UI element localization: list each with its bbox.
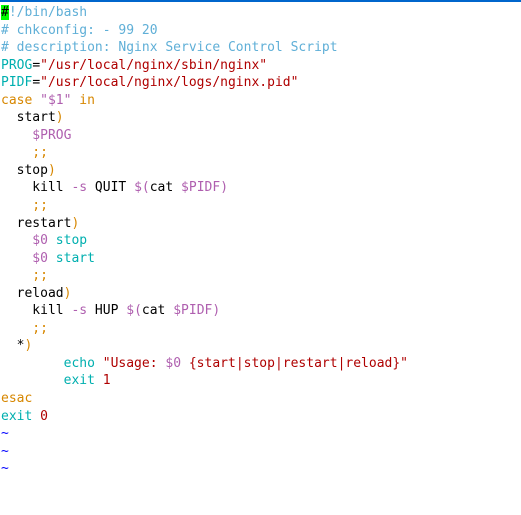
flag-s: -s: [71, 303, 87, 318]
line-restart-start: $0 start: [1, 251, 95, 266]
kw-case: case: [1, 93, 32, 108]
arg-stop: stop: [48, 233, 87, 248]
line-exit1: exit 1: [1, 373, 111, 388]
paren: ): [48, 163, 56, 178]
line-usage: echo "Usage: $0 {start|stop|restart|relo…: [1, 356, 408, 371]
line-case: case "$1" in: [1, 93, 95, 108]
line-reload: reload): [1, 286, 71, 301]
prog-call: $PROG: [1, 128, 71, 143]
cat: cat: [150, 180, 181, 195]
subst-close: ): [220, 180, 228, 195]
case-reload: reload: [1, 286, 64, 301]
kw-in: in: [79, 93, 95, 108]
code-view: #!/bin/bash # chkconfig: - 99 20 # descr…: [0, 2, 521, 478]
sig-quit: QUIT: [87, 180, 134, 195]
esac: esac: [1, 391, 32, 406]
line-kill-quit: kill -s QUIT $(cat $PIDF): [1, 180, 228, 195]
flag-s: -s: [71, 180, 87, 195]
line-restart: restart): [1, 216, 79, 231]
dollar0: $0: [1, 251, 48, 266]
case-restart: restart: [1, 216, 71, 231]
tilde-line: ~: [1, 461, 9, 476]
dsemi: ;;: [1, 268, 48, 283]
line-restart-stop: $0 stop: [1, 233, 87, 248]
line-default: *): [1, 338, 32, 353]
paren: ): [56, 110, 64, 125]
tilde-line: ~: [1, 426, 9, 441]
cursor: #: [1, 5, 9, 20]
usage-str-b: {start|stop|restart|reload}": [181, 356, 408, 371]
case-star: *: [1, 338, 24, 353]
shebang-rest: !/bin/bash: [9, 5, 87, 20]
var-pidf-ref: $PIDF: [173, 303, 212, 318]
comment-description: # description: Nginx Service Control Scr…: [1, 40, 338, 55]
line-pidf: PIDF="/usr/local/nginx/logs/nginx.pid": [1, 75, 298, 90]
dollar0-in-str: $0: [165, 356, 181, 371]
subst-open: $(: [134, 180, 150, 195]
val-pidf: "/usr/local/nginx/logs/nginx.pid": [40, 75, 298, 90]
val-prog: "/usr/local/nginx/sbin/nginx": [40, 58, 267, 73]
dsemi: ;;: [1, 145, 48, 160]
comment-chkconfig: # chkconfig: - 99 20: [1, 23, 158, 38]
var-pidf: PIDF: [1, 75, 32, 90]
cat: cat: [142, 303, 173, 318]
line-start: start): [1, 110, 64, 125]
line-exit0: exit 0: [1, 409, 48, 424]
sig-hup: HUP: [87, 303, 126, 318]
tilde-line: ~: [1, 444, 9, 459]
paren: ): [64, 286, 72, 301]
var-prog: PROG: [1, 58, 32, 73]
paren: ): [24, 338, 32, 353]
case-start: start: [1, 110, 56, 125]
exit-kw: exit: [1, 409, 40, 424]
echo: echo: [1, 356, 103, 371]
case-arg: "$1": [32, 93, 79, 108]
eq: =: [32, 58, 40, 73]
dsemi: ;;: [1, 198, 48, 213]
paren: ): [71, 216, 79, 231]
kill: kill: [1, 303, 71, 318]
var-pidf-ref: $PIDF: [181, 180, 220, 195]
dsemi: ;;: [1, 321, 48, 336]
case-stop: stop: [1, 163, 48, 178]
usage-str-a: "Usage:: [103, 356, 166, 371]
exit-code-0: 0: [40, 409, 48, 424]
subst-open: $(: [126, 303, 142, 318]
eq: =: [32, 75, 40, 90]
kill: kill: [1, 180, 71, 195]
subst-close: ): [212, 303, 220, 318]
exit-kw: exit: [1, 373, 103, 388]
dollar0: $0: [1, 233, 48, 248]
line-1: #!/bin/bash: [1, 5, 87, 20]
line-stop: stop): [1, 163, 56, 178]
line-prog: PROG="/usr/local/nginx/sbin/nginx": [1, 58, 267, 73]
arg-start: start: [48, 251, 95, 266]
line-kill-hup: kill -s HUP $(cat $PIDF): [1, 303, 220, 318]
exit-code-1: 1: [103, 373, 111, 388]
